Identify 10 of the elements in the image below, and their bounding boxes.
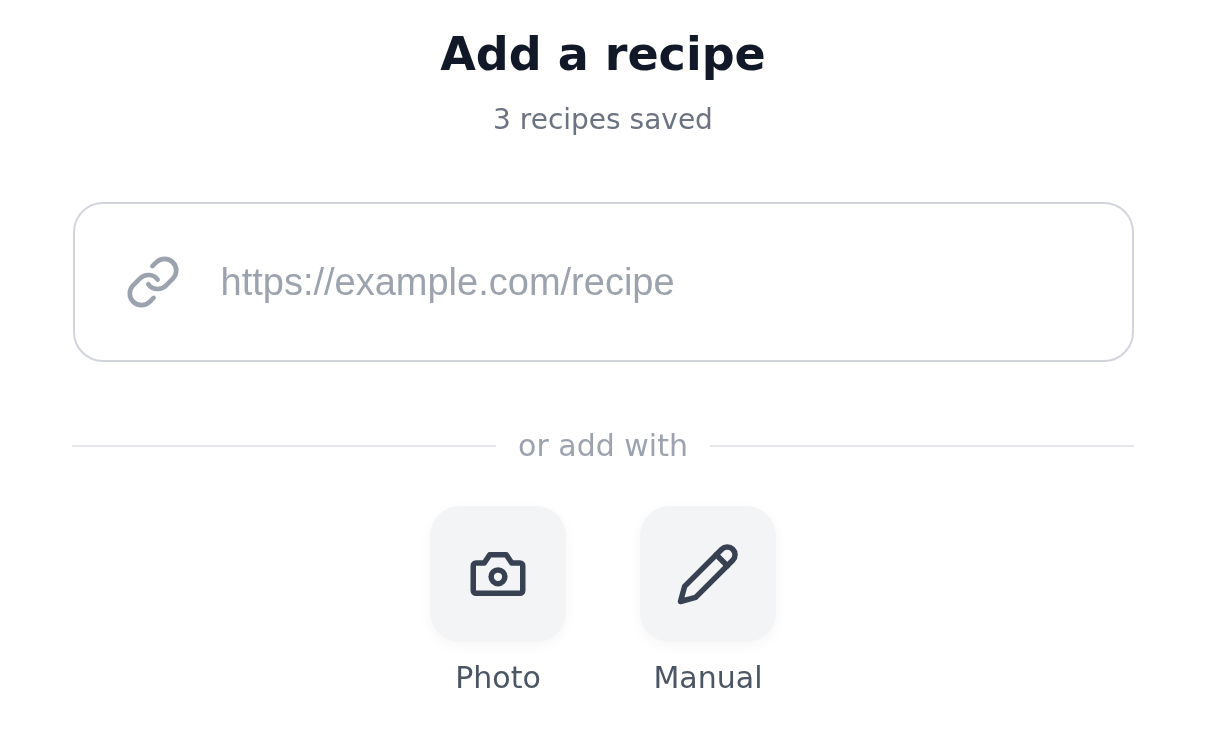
photo-button[interactable] bbox=[430, 506, 566, 642]
divider-label: or add with bbox=[518, 427, 688, 465]
page-title: Add a recipe bbox=[440, 26, 766, 83]
recipe-count: 3 recipes saved bbox=[493, 102, 713, 138]
option-label: Photo bbox=[455, 659, 541, 697]
manual-button[interactable] bbox=[640, 506, 776, 642]
pencil-icon bbox=[675, 541, 741, 607]
option-label: Manual bbox=[653, 659, 763, 697]
url-field[interactable]: https://example.com/recipe bbox=[72, 202, 1134, 362]
link-icon bbox=[124, 254, 181, 310]
